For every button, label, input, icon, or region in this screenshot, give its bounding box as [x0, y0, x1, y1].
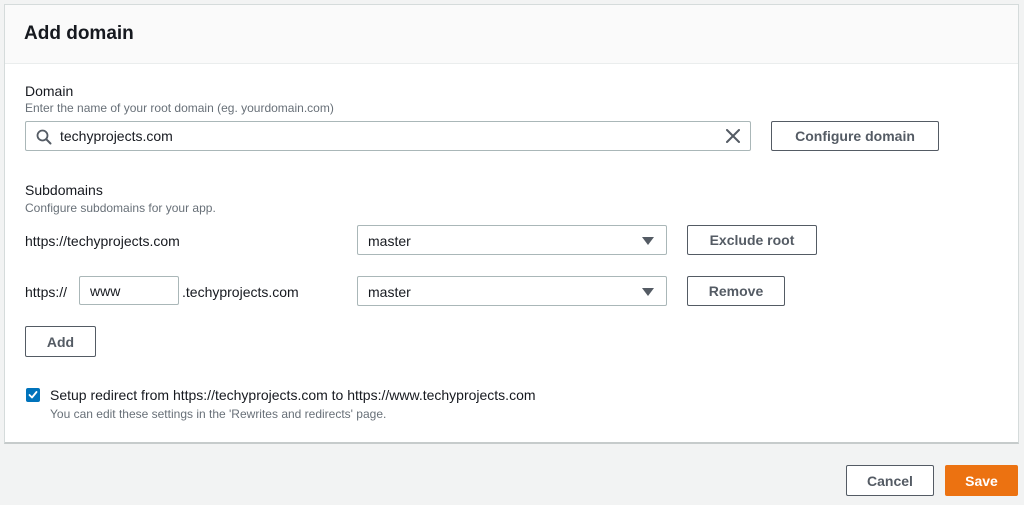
domain-description: Enter the name of your root domain (eg. … — [25, 101, 334, 115]
domain-label: Domain — [25, 83, 74, 99]
subdomain-suffix: .techyprojects.com — [182, 284, 299, 300]
close-icon[interactable] — [726, 129, 740, 143]
subdomain-branch-value: master — [368, 284, 411, 300]
panel-header — [5, 5, 1018, 64]
root-branch-select[interactable]: master — [357, 225, 667, 255]
domain-search-input[interactable] — [60, 122, 710, 150]
search-icon — [36, 129, 52, 145]
domain-search-box — [25, 121, 751, 151]
root-domain-url: https://techyprojects.com — [25, 233, 180, 249]
subdomain-input[interactable] — [79, 276, 179, 305]
redirect-checkbox[interactable] — [26, 388, 40, 402]
panel-title: Add domain — [24, 23, 134, 44]
redirect-label: Setup redirect from https://techyproject… — [50, 387, 536, 403]
subdomain-prefix: https:// — [25, 284, 68, 300]
caret-down-icon — [642, 237, 654, 245]
root-branch-value: master — [368, 233, 411, 249]
add-domain-panel: Add domain Domain Enter the name of your… — [4, 4, 1019, 444]
subdomain-branch-select[interactable]: master — [357, 276, 667, 306]
subdomains-description: Configure subdomains for your app. — [25, 201, 216, 215]
cancel-button[interactable]: Cancel — [846, 465, 934, 496]
check-icon — [28, 391, 38, 399]
save-button[interactable]: Save — [945, 465, 1018, 496]
caret-down-icon — [642, 288, 654, 296]
add-subdomain-button[interactable]: Add — [25, 326, 96, 357]
exclude-root-button[interactable]: Exclude root — [687, 225, 817, 255]
configure-domain-button[interactable]: Configure domain — [771, 121, 939, 151]
subdomains-label: Subdomains — [25, 182, 103, 198]
remove-subdomain-button[interactable]: Remove — [687, 276, 785, 306]
redirect-hint: You can edit these settings in the 'Rewr… — [50, 407, 387, 421]
